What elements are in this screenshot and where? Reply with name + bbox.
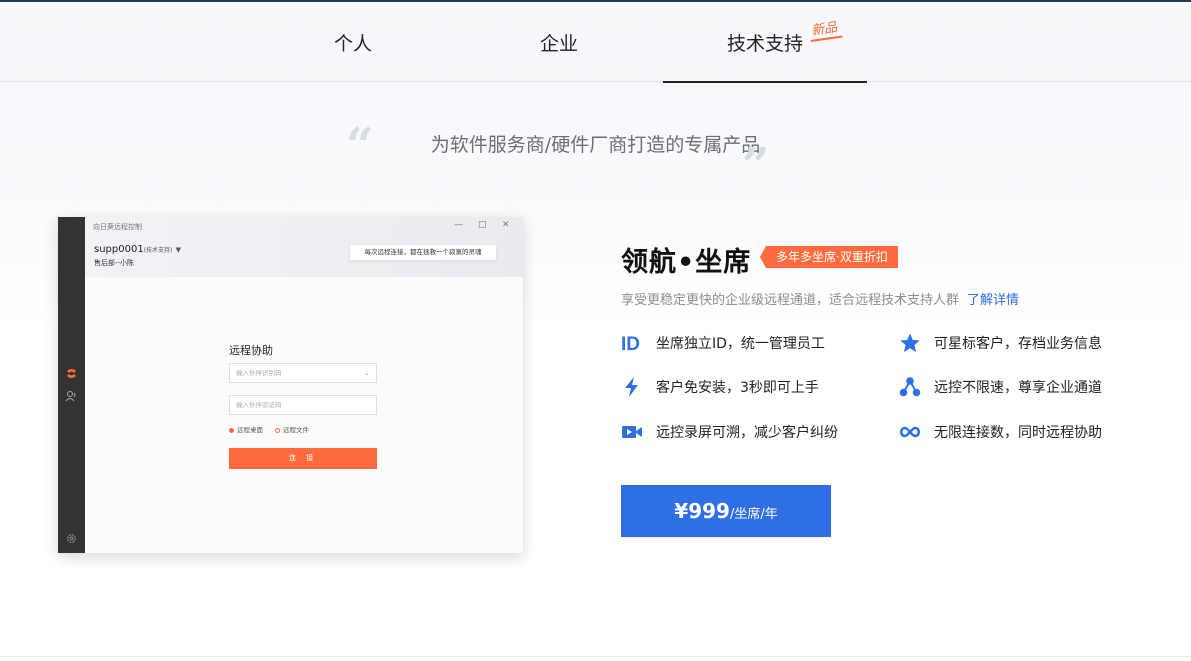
section-divider	[0, 656, 1191, 657]
app-window-title: 向日葵远程控制	[93, 223, 142, 231]
product-description-text: 享受更稳定更快的企业级远程通道，适合远程技术支持人群	[621, 293, 960, 308]
new-product-badge: 新品	[810, 16, 838, 38]
radio-remote-desktop[interactable]: 远程桌面	[229, 424, 263, 434]
video-icon	[622, 426, 642, 438]
network-icon	[899, 377, 921, 397]
chevron-down-icon: ▼	[175, 246, 181, 254]
account-role: (技术支持)	[143, 247, 173, 254]
settings-gear-icon	[67, 534, 76, 543]
connect-button[interactable]: 连 接	[229, 448, 377, 469]
radio-remote-file-label: 远程文件	[283, 426, 309, 434]
feature-text: 坐席独立ID，统一管理员工	[656, 336, 825, 352]
connection-type-radios: 远程桌面 远程文件	[229, 424, 309, 434]
tab-tech-support[interactable]: 技术支持 新品	[663, 2, 867, 83]
feature-item-speed: 远控不限速，尊享企业通道	[899, 376, 1102, 398]
contacts-icon	[65, 391, 76, 402]
radio-unchecked-icon	[275, 427, 280, 433]
feature-item-install: 客户免安装，3秒即可上手	[621, 376, 819, 398]
tab-tech-support-label: 技术支持	[726, 32, 803, 55]
verify-code-placeholder: 输入伙伴验证码	[236, 401, 282, 409]
radio-remote-file[interactable]: 远程文件	[275, 424, 309, 434]
radio-remote-desktop-label: 远程桌面	[237, 426, 263, 434]
feature-text: 远控录屏可溯，减少客户纠纷	[656, 425, 838, 441]
verify-code-input[interactable]: 输入伙伴验证码	[229, 395, 377, 415]
tab-enterprise-label: 企业	[539, 32, 578, 55]
account-name[interactable]: supp0001(技术支持) ▼	[94, 244, 181, 255]
hero-slogan: 为软件服务商/硬件厂商打造的专属产品	[430, 134, 761, 156]
product-description: 享受更稳定更快的企业级远程通道，适合远程技术支持人群 了解详情	[621, 289, 1019, 308]
radio-checked-icon	[229, 427, 234, 433]
svg-text:ID: ID	[621, 334, 640, 354]
feature-text: 客户免安装，3秒即可上手	[656, 380, 819, 396]
feature-text: 可星标客户，存档业务信息	[934, 336, 1102, 352]
partner-id-input[interactable]: 输入伙伴识别码 ⌄	[229, 363, 377, 383]
feature-text: 无限连接数，同时远程协助	[934, 425, 1102, 441]
feature-item-id: ID 坐席独立ID，统一管理员工	[621, 332, 825, 354]
feature-item-unlimited: 无限连接数，同时远程协助	[899, 421, 1102, 443]
app-sidebar	[58, 217, 85, 553]
app-preview-window: 向日葵远程控制 — □ ✕ supp0001(技术支持) ▼ 售后部--小陈 每…	[58, 217, 523, 553]
infinity-icon	[899, 426, 921, 438]
tab-enterprise[interactable]: 企业	[457, 2, 661, 82]
minimize-icon[interactable]: —	[454, 220, 463, 230]
dropdown-chevron-icon[interactable]: ⌄	[364, 364, 370, 382]
feature-item-star: 可星标客户，存档业务信息	[899, 332, 1102, 354]
product-tab-nav: 个人 企业 技术支持 新品	[0, 2, 1191, 83]
account-id: supp0001	[94, 244, 144, 255]
tab-personal-label: 个人	[333, 32, 372, 55]
quote-close-icon: ”	[742, 138, 770, 194]
star-icon	[900, 333, 920, 352]
price-amount: ¥999	[674, 499, 730, 523]
remote-assist-title: 远程协助	[229, 344, 273, 357]
feature-item-record: 远控录屏可溯，减少客户纠纷	[621, 421, 838, 443]
promo-badge: 多年多坐席·双重折扣	[760, 246, 898, 268]
close-icon[interactable]: ✕	[502, 220, 510, 230]
partner-id-placeholder: 输入伙伴识别码	[236, 369, 282, 377]
app-main-area: 向日葵远程控制 — □ ✕ supp0001(技术支持) ▼ 售后部--小陈 每…	[85, 217, 523, 553]
product-title: 领航•坐席	[621, 247, 752, 278]
app-header: 向日葵远程控制 — □ ✕ supp0001(技术支持) ▼ 售后部--小陈 每…	[85, 217, 523, 277]
id-icon: ID	[621, 334, 640, 354]
feature-text: 远控不限速，尊享企业通道	[934, 380, 1102, 396]
buy-price-button[interactable]: ¥999/坐席/年	[621, 485, 831, 537]
maximize-icon[interactable]: □	[478, 220, 487, 230]
learn-more-link[interactable]: 了解详情	[967, 293, 1019, 308]
lightning-icon	[625, 377, 638, 397]
slogan-tip: 每次远程连接，都在拯救一个寂寞的灵魂	[350, 245, 496, 260]
department-label: 售后部--小陈	[94, 259, 135, 267]
tab-personal[interactable]: 个人	[251, 2, 455, 82]
price-unit: /坐席/年	[729, 507, 778, 522]
remote-assist-icon	[67, 369, 76, 378]
